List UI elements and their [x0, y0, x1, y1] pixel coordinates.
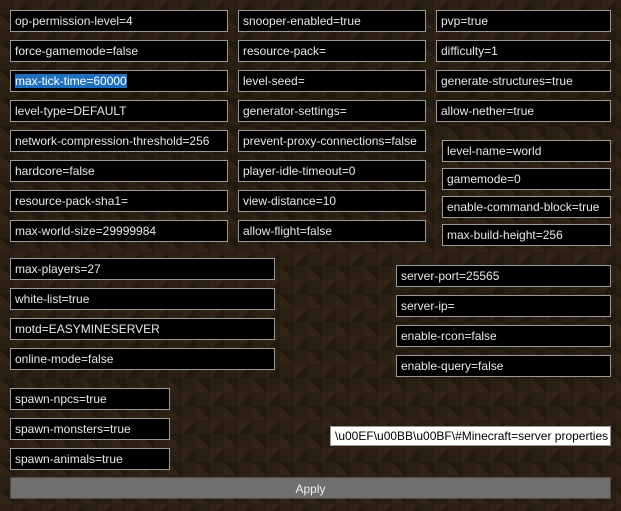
field-player-idle-timeout[interactable]: player-idle-timeout=0: [238, 160, 426, 182]
field-spawn-monsters[interactable]: spawn-monsters=true: [10, 418, 170, 440]
field-network-compression-threshold[interactable]: network-compression-threshold=256: [10, 130, 228, 152]
field-difficulty[interactable]: difficulty=1: [436, 40, 611, 62]
field-enable-rcon[interactable]: enable-rcon=false: [396, 325, 611, 347]
field-max-tick-time[interactable]: max-tick-time=60000: [10, 70, 228, 92]
selected-text: max-tick-time=60000: [15, 74, 127, 88]
field-level-seed[interactable]: level-seed=: [238, 70, 426, 92]
field-gamemode[interactable]: gamemode=0: [442, 168, 611, 190]
field-force-gamemode[interactable]: force-gamemode=false: [10, 40, 228, 62]
field-prevent-proxy-connections[interactable]: prevent-proxy-connections=false: [238, 130, 426, 152]
field-enable-command-block[interactable]: enable-command-block=true: [442, 196, 611, 218]
field-spawn-animals[interactable]: spawn-animals=true: [10, 448, 170, 470]
field-resource-pack[interactable]: resource-pack=: [238, 40, 426, 62]
field-enable-query[interactable]: enable-query=false: [396, 355, 611, 377]
field-generate-structures[interactable]: generate-structures=true: [436, 70, 611, 92]
field-snooper-enabled[interactable]: snooper-enabled=true: [238, 10, 426, 32]
field-max-players[interactable]: max-players=27: [10, 258, 275, 280]
field-level-name[interactable]: level-name=world: [442, 140, 611, 162]
field-online-mode[interactable]: online-mode=false: [10, 348, 275, 370]
field-allow-nether[interactable]: allow-nether=true: [436, 100, 611, 122]
field-op-permission-level[interactable]: op-permission-level=4: [10, 10, 228, 32]
field-white-list[interactable]: white-list=true: [10, 288, 275, 310]
field-allow-flight[interactable]: allow-flight=false: [238, 220, 426, 242]
field-server-ip[interactable]: server-ip=: [396, 295, 611, 317]
apply-button[interactable]: Apply: [10, 477, 611, 499]
field-generator-settings[interactable]: generator-settings=: [238, 100, 426, 122]
field-raw-header[interactable]: \u00EF\u00BB\u00BF\#Minecraft=server pro…: [330, 426, 611, 446]
field-max-build-height[interactable]: max-build-height=256: [442, 224, 611, 246]
field-resource-pack-sha1[interactable]: resource-pack-sha1=: [10, 190, 228, 212]
field-pvp[interactable]: pvp=true: [436, 10, 611, 32]
field-level-type[interactable]: level-type=DEFAULT: [10, 100, 228, 122]
field-motd[interactable]: motd=EASYMINESERVER: [10, 318, 275, 340]
field-view-distance[interactable]: view-distance=10: [238, 190, 426, 212]
field-max-world-size[interactable]: max-world-size=29999984: [10, 220, 228, 242]
field-hardcore[interactable]: hardcore=false: [10, 160, 228, 182]
field-server-port[interactable]: server-port=25565: [396, 265, 611, 287]
field-spawn-npcs[interactable]: spawn-npcs=true: [10, 388, 170, 410]
